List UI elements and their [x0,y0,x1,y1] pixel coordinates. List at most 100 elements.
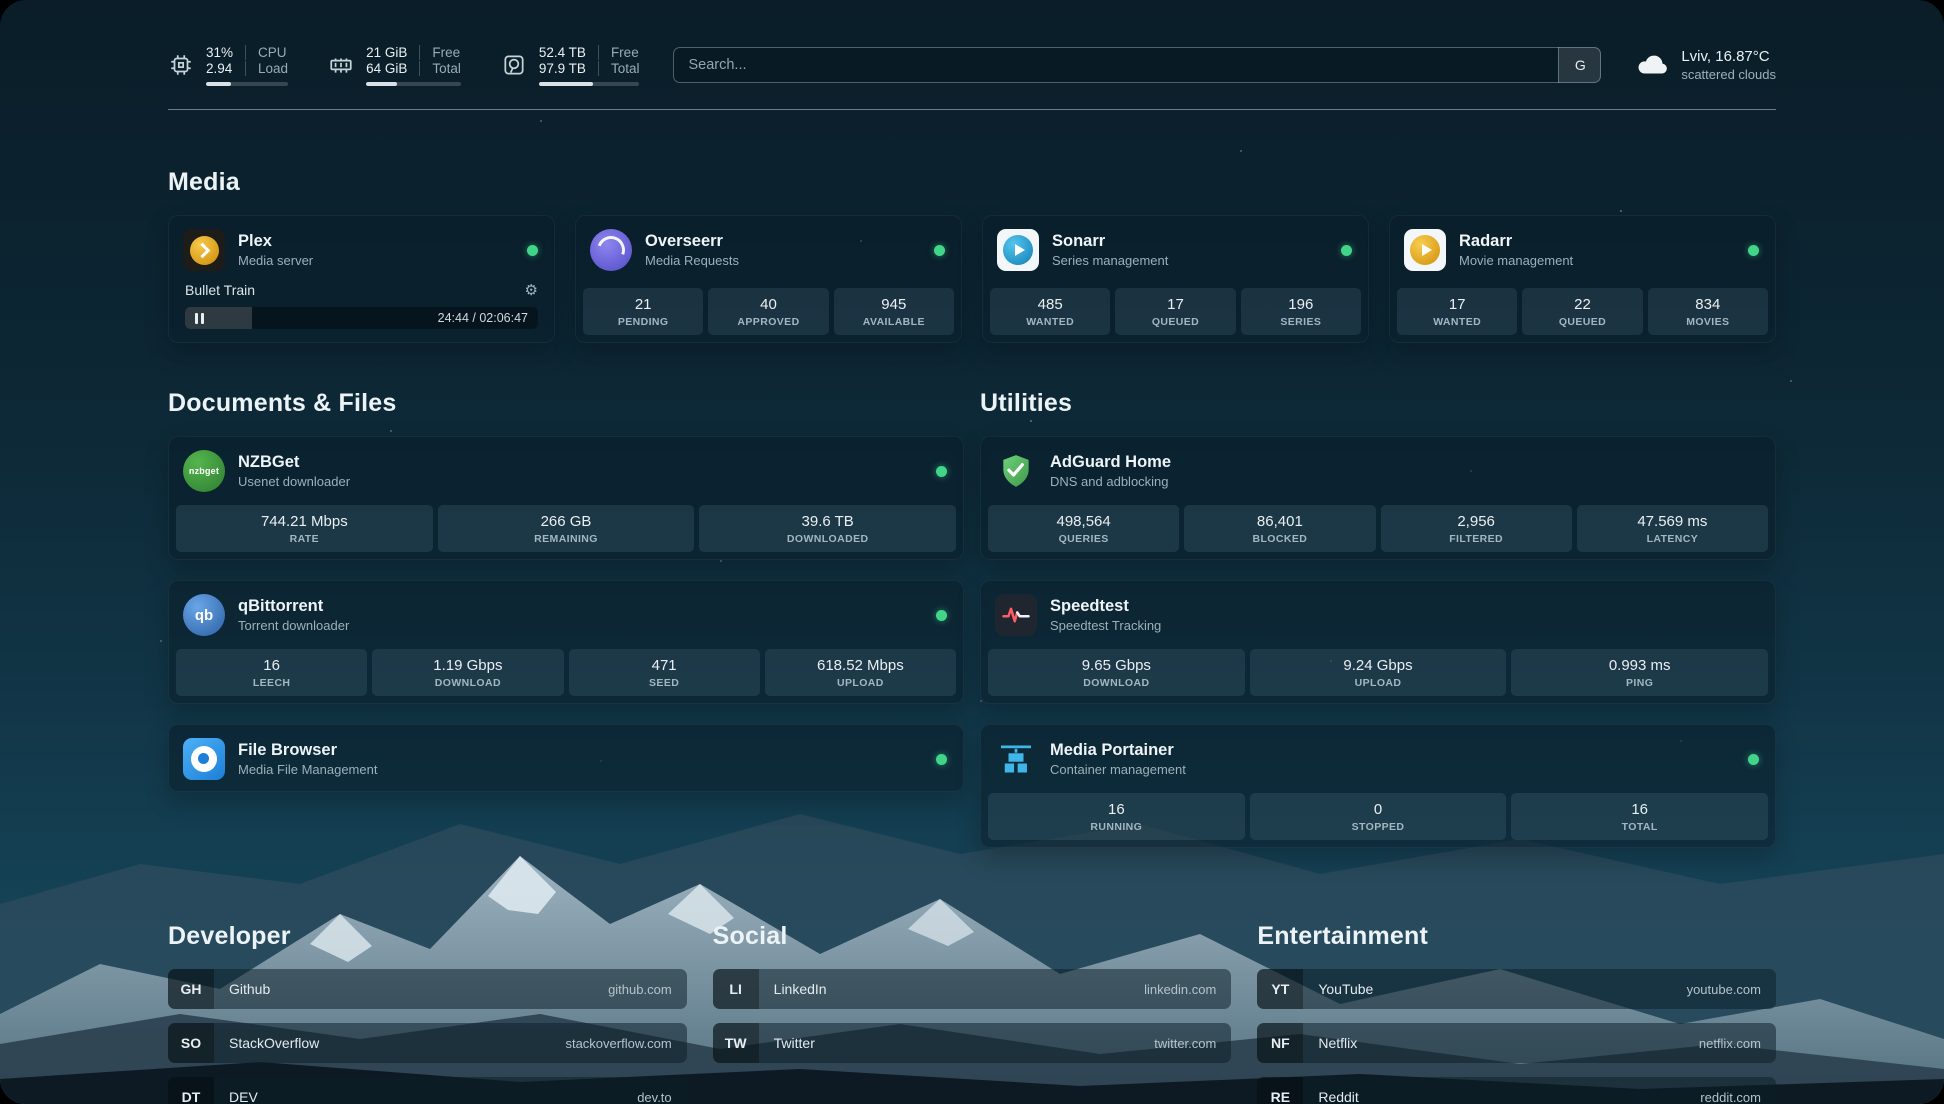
service-desc: DNS and adblocking [1050,474,1171,489]
status-dot [936,466,947,477]
service-name: File Browser [238,741,377,760]
bookmark-url: youtube.com [1687,982,1761,997]
bookmark-name: StackOverflow [229,1035,319,1051]
service-card-sonarr[interactable]: Sonarr Series management 485 WANTED 17 Q… [982,215,1369,343]
weather-condition: scattered clouds [1681,67,1776,82]
filebrowser-icon [183,738,225,780]
service-card-nzbget[interactable]: nzbget NZBGet Usenet downloader 744.21 M… [168,436,964,560]
memory-free-value: 21 GiB [366,45,419,60]
service-name: Radarr [1459,232,1573,251]
bookmark-stackoverflow[interactable]: SO StackOverflow stackoverflow.com [168,1023,687,1063]
service-desc: Torrent downloader [238,618,349,633]
bookmark-name: DEV [229,1089,258,1104]
stat-box: 196 SERIES [1241,288,1361,335]
disk-icon [501,52,527,78]
service-desc: Series management [1052,253,1168,268]
status-dot [936,610,947,621]
service-card-plex[interactable]: Plex Media server Bullet Train ⚙ [168,215,555,343]
stat-box: 744.21 Mbps RATE [176,505,433,552]
top-bar: 31% CPU 2.94 Load [168,37,1776,93]
section-title-media: Media [168,168,1776,197]
service-stats: 21 PENDING 40 APPROVED 945 AVAILABLE [576,286,961,342]
bookmark-name: Reddit [1318,1089,1358,1104]
bookmark-youtube[interactable]: YT YouTube youtube.com [1257,969,1776,1009]
bookmark-url: twitter.com [1154,1036,1216,1051]
bookmark-linkedin[interactable]: LI LinkedIn linkedin.com [713,969,1232,1009]
bookmark-netflix[interactable]: NF Netflix netflix.com [1257,1023,1776,1063]
plex-now-playing: Bullet Train ⚙ 24:44 / 02:06:47 [169,282,554,342]
status-dot [1748,245,1759,256]
bookmark-url: linkedin.com [1144,982,1216,997]
bookmarks-area: Developer GH Github github.com SO StackO… [168,922,1776,1104]
radarr-icon [1404,229,1446,271]
stat-box: 0 STOPPED [1250,793,1507,840]
stat-box: 47.569 ms LATENCY [1577,505,1768,552]
service-card-radarr[interactable]: Radarr Movie management 17 WANTED 22 QUE… [1389,215,1776,343]
service-name: AdGuard Home [1050,453,1171,472]
service-stats: 744.21 Mbps RATE 266 GB REMAINING 39.6 T… [169,503,963,559]
bookmark-github[interactable]: GH Github github.com [168,969,687,1009]
status-dot [1341,245,1352,256]
bookmark-url: github.com [608,982,672,997]
service-card-overseerr[interactable]: Overseerr Media Requests 21 PENDING 40 A… [575,215,962,343]
stat-box: 16 LEECH [176,649,367,696]
search-engine-button[interactable]: G [1558,47,1601,83]
service-card-filebrowser[interactable]: File Browser Media File Management [168,724,964,792]
bookmark-name: YouTube [1318,981,1373,997]
stat-box: 39.6 TB DOWNLOADED [699,505,956,552]
disk-total-value: 97.9 TB [539,61,598,76]
pause-icon[interactable] [195,313,204,324]
service-card-portainer[interactable]: Media Portainer Container management 16 … [980,724,1776,848]
stat-box: 0.993 ms PING [1511,649,1768,696]
bookmark-group-title: Social [713,922,1232,951]
search-bar: G [673,47,1601,83]
service-name: qBittorrent [238,597,349,616]
memory-progress-bar [366,82,461,86]
playback-progress-bar[interactable]: 24:44 / 02:06:47 [185,307,538,329]
stat-box: 16 RUNNING [988,793,1245,840]
overseerr-icon [590,229,632,271]
disk-free-value: 52.4 TB [539,45,598,60]
service-desc: Media File Management [238,762,377,777]
utilities-column: Utilities [980,389,1776,848]
dashboard-screen: 31% CPU 2.94 Load [0,0,1944,1104]
disk-monitor: 52.4 TB Free 97.9 TB Total [501,45,640,86]
bookmark-twitter[interactable]: TW Twitter twitter.com [713,1023,1232,1063]
stat-box: 22 QUEUED [1522,288,1642,335]
stat-box: 21 PENDING [583,288,703,335]
service-card-adguard[interactable]: AdGuard Home DNS and adblocking 498,564 … [980,436,1776,560]
bookmark-reddit[interactable]: RE Reddit reddit.com [1257,1077,1776,1104]
stat-box: 16 TOTAL [1511,793,1768,840]
memory-monitor: 21 GiB Free 64 GiB Total [328,45,461,86]
service-name: NZBGet [238,453,350,472]
service-stats: 9.65 Gbps DOWNLOAD 9.24 Gbps UPLOAD 0.99… [981,647,1775,703]
cpu-progress-bar [206,82,288,86]
stat-box: 2,956 FILTERED [1381,505,1572,552]
service-name: Media Portainer [1050,741,1186,760]
topbar-divider [168,109,1776,110]
stat-box: 618.52 Mbps UPLOAD [765,649,956,696]
service-desc: Media Requests [645,253,739,268]
memory-icon [328,52,354,78]
bookmark-group-social: Social LI LinkedIn linkedin.com TW Twitt… [713,922,1232,1104]
speedtest-icon [995,594,1037,636]
stat-box: 40 APPROVED [708,288,828,335]
stat-box: 471 SEED [569,649,760,696]
service-name: Overseerr [645,232,739,251]
service-card-speedtest[interactable]: Speedtest Speedtest Tracking 9.65 Gbps D… [980,580,1776,704]
bookmark-abbr: GH [168,969,214,1009]
bookmark-abbr: NF [1257,1023,1303,1063]
sonarr-icon [997,229,1039,271]
plex-icon [183,229,225,271]
cloud-icon [1635,48,1669,82]
status-dot [527,245,538,256]
gear-icon[interactable]: ⚙ [525,283,538,298]
stat-box: 498,564 QUERIES [988,505,1179,552]
bookmark-dev[interactable]: DT DEV dev.to [168,1077,687,1104]
disk-progress-bar [539,82,640,86]
stat-box: 17 QUEUED [1115,288,1235,335]
service-card-qbittorrent[interactable]: qb qBittorrent Torrent downloader 16 [168,580,964,704]
memory-free-label: Free [419,45,461,60]
cpu-usage-value: 31% [206,45,245,60]
search-input[interactable] [673,47,1601,83]
